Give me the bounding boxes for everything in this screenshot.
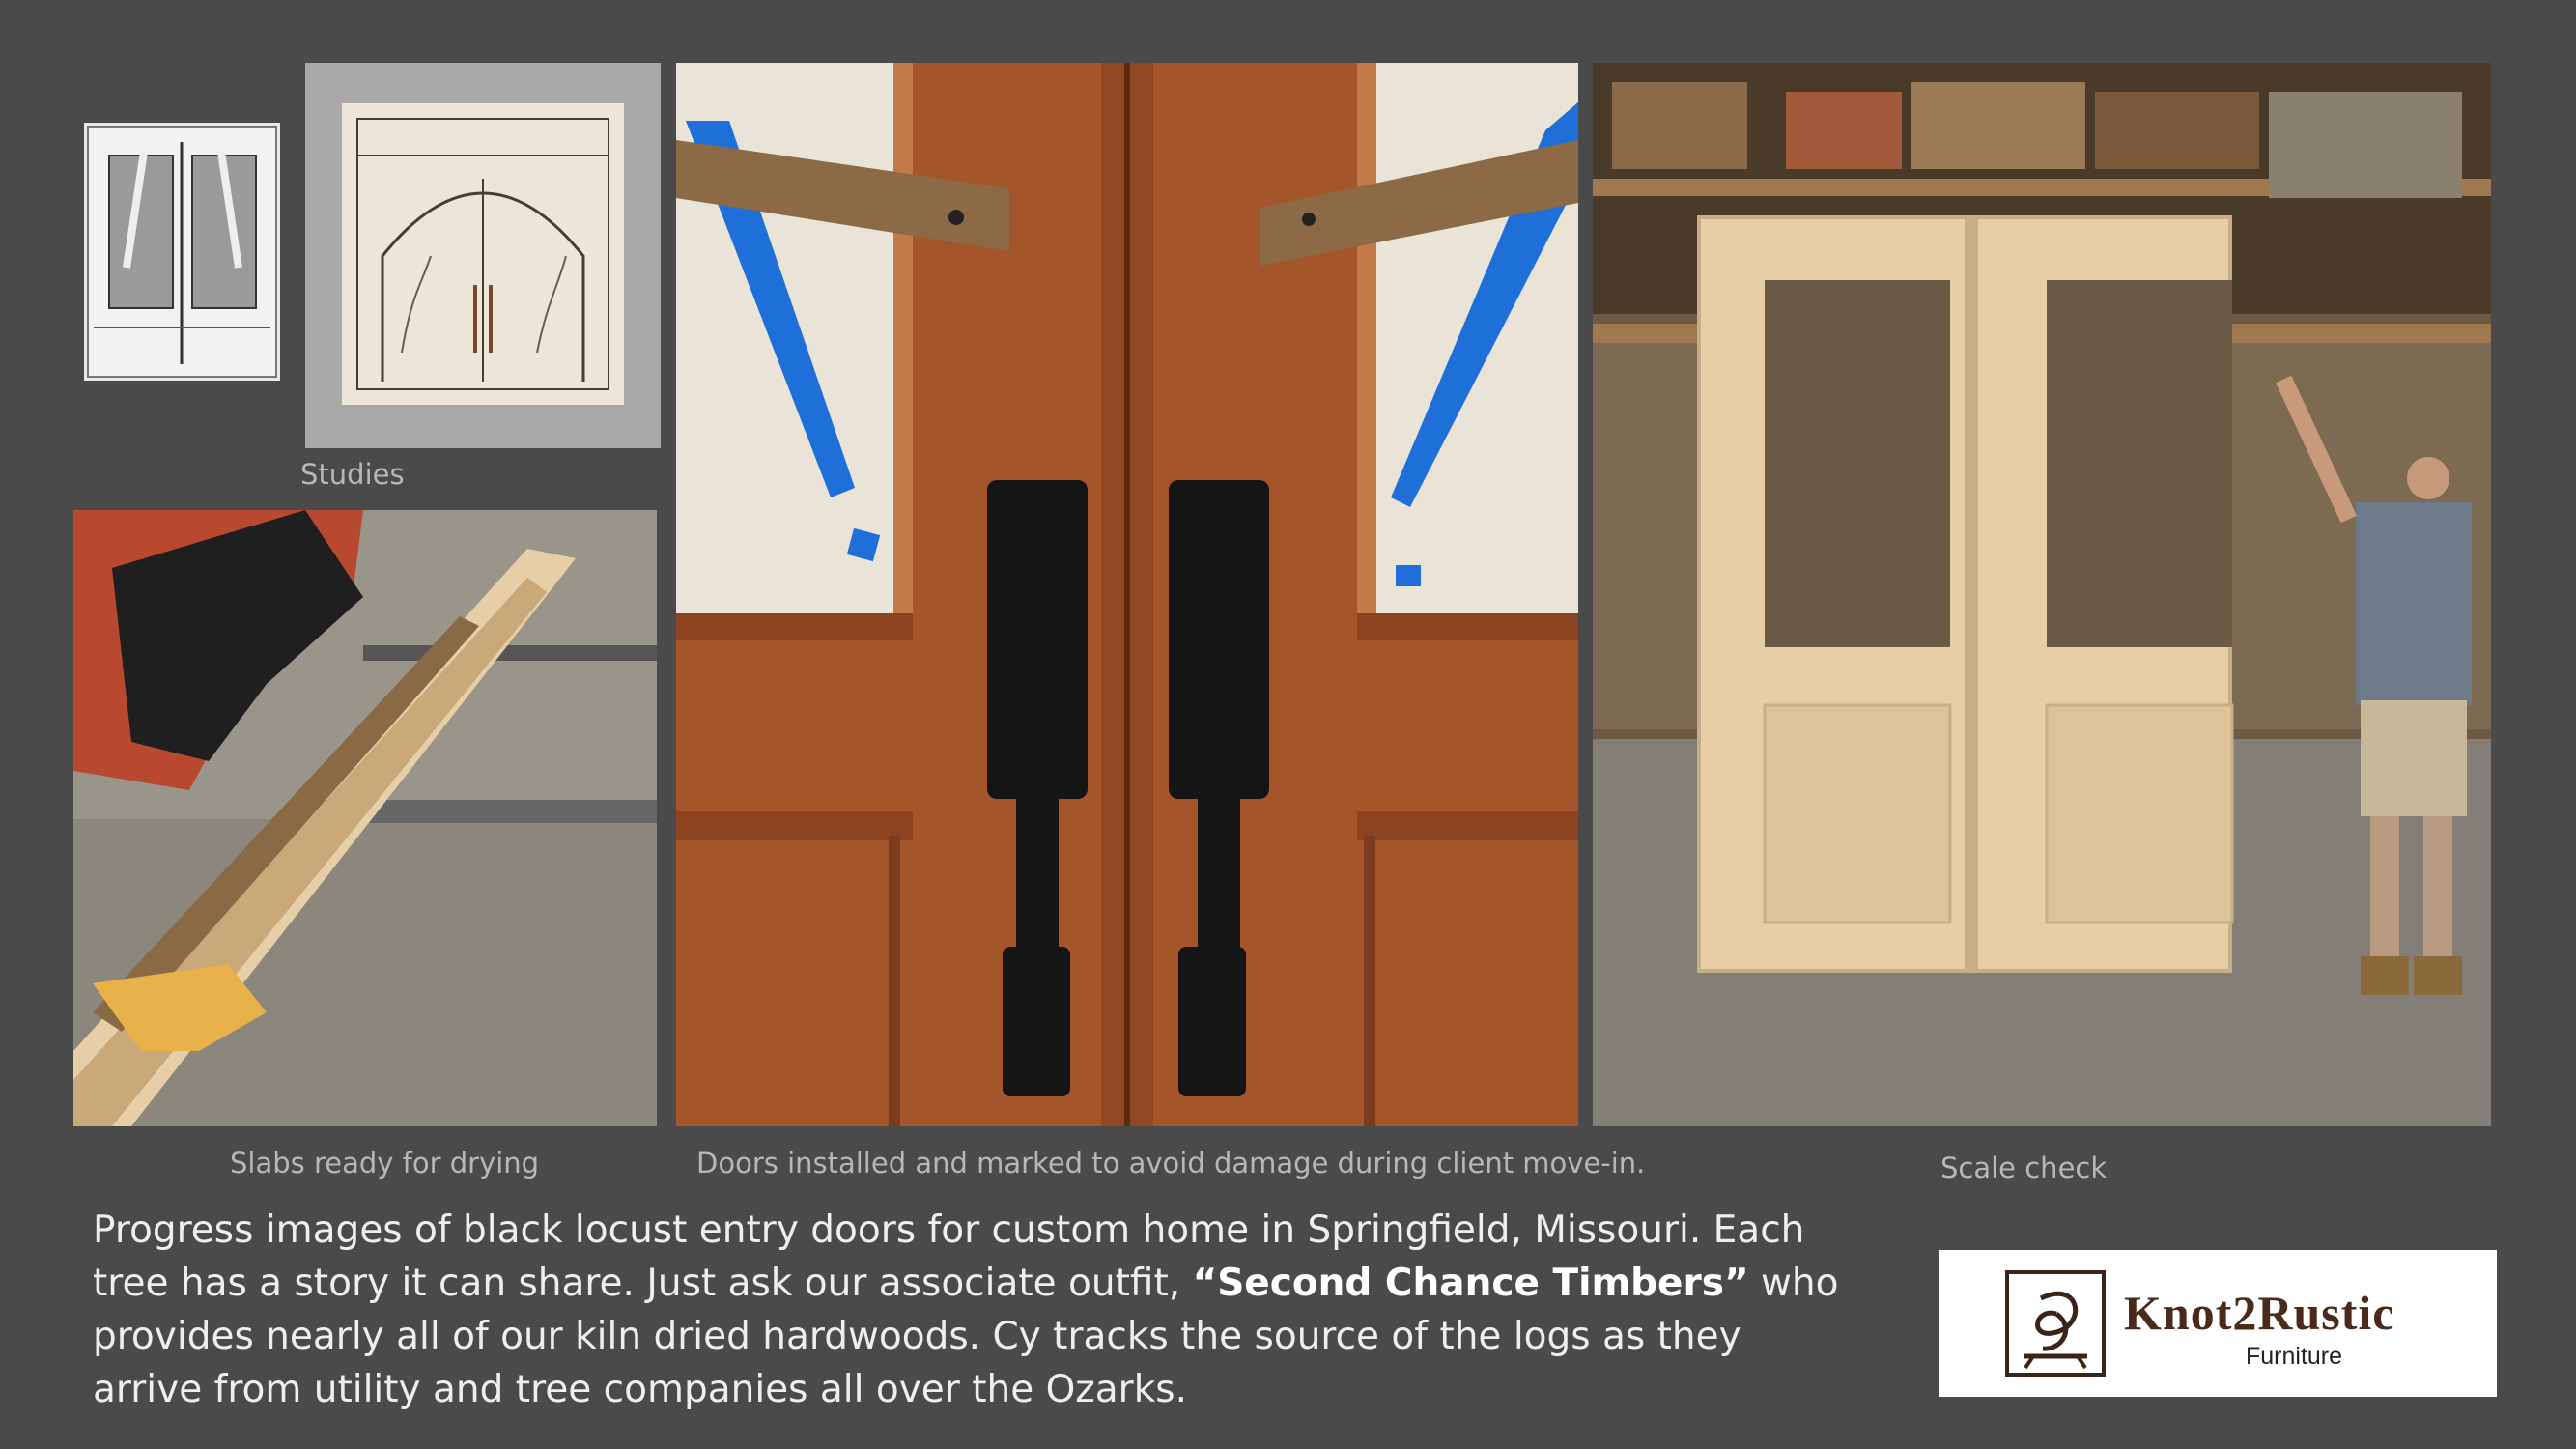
logo-name: Knot2Rustic bbox=[2124, 1286, 2395, 1340]
slabs-photo bbox=[73, 510, 657, 1126]
caption-scale: Scale check bbox=[1940, 1151, 2108, 1184]
project-description: Progress images of black locust entry do… bbox=[93, 1204, 1860, 1416]
logo-subtitle: Furniture bbox=[2246, 1343, 2343, 1370]
caption-studies: Studies bbox=[300, 458, 405, 491]
door-handles-photo bbox=[676, 63, 1578, 1126]
description-highlight: “Second Chance Timbers” bbox=[1192, 1262, 1749, 1305]
scale-check-photo bbox=[1593, 63, 2491, 1126]
study-sketch-large bbox=[305, 63, 661, 448]
logo-mark-icon bbox=[2005, 1270, 2106, 1377]
knot2rustic-logo: Knot2Rustic Furniture bbox=[1939, 1250, 2497, 1397]
study-sketch-small bbox=[84, 123, 280, 381]
caption-slabs: Slabs ready for drying bbox=[230, 1147, 540, 1179]
caption-doors: Doors installed and marked to avoid dama… bbox=[696, 1147, 1646, 1179]
